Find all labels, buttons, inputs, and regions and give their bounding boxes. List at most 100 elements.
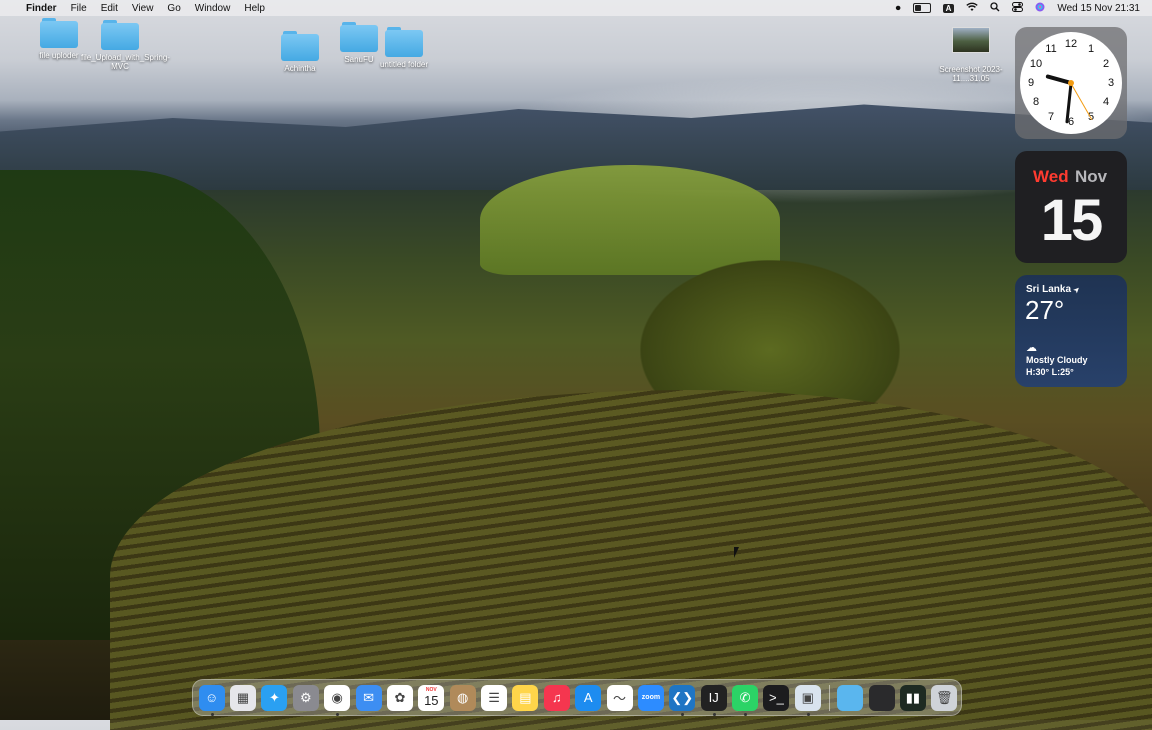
calendar-month: Nov bbox=[1075, 167, 1108, 186]
music-glyph: ♫ bbox=[551, 690, 562, 705]
trash-glyph: 🗑 bbox=[936, 689, 953, 705]
dock-google-chrome-icon[interactable]: ◉ bbox=[324, 684, 351, 716]
dock-visual-studio-code-icon[interactable]: ❮❯ bbox=[669, 684, 696, 716]
clock-number: 3 bbox=[1107, 77, 1115, 89]
running-indicator bbox=[712, 712, 716, 716]
weather-location-label: Sri Lanka bbox=[1026, 284, 1072, 295]
running-indicator bbox=[806, 712, 810, 716]
weather-condition: Mostly Cloudy bbox=[1026, 355, 1088, 365]
dock-music-icon[interactable]: ♫ bbox=[543, 684, 570, 711]
dock-contacts-icon[interactable]: ◍ bbox=[449, 684, 476, 711]
folder-icon bbox=[385, 27, 423, 57]
menu-view[interactable]: View bbox=[132, 3, 154, 14]
menu-bar-clock[interactable]: Wed 15 Nov 21:31 bbox=[1057, 3, 1140, 14]
input-source-icon[interactable]: A bbox=[942, 3, 955, 13]
clock-number: 1 bbox=[1087, 43, 1095, 55]
clock-face: 12 1 2 3 4 5 6 7 8 9 10 11 bbox=[1020, 32, 1122, 134]
control-center-icon[interactable] bbox=[1012, 1, 1024, 15]
dock-separator bbox=[828, 684, 830, 711]
battery-icon[interactable] bbox=[912, 3, 931, 13]
dock-photos-icon[interactable]: ✿ bbox=[386, 684, 413, 711]
folder-icon bbox=[101, 20, 139, 50]
dock-trash-icon[interactable]: 🗑 bbox=[931, 684, 958, 711]
clock-number: 12 bbox=[1064, 38, 1078, 50]
desktop-folder-file-upload-spring[interactable]: file_Upload_with_Spring-MVC bbox=[75, 20, 170, 71]
dock-minimized-window-icon[interactable] bbox=[868, 684, 895, 711]
desktop-folder-untitled[interactable]: untitled folder bbox=[359, 27, 449, 69]
wifi-icon[interactable] bbox=[966, 2, 979, 15]
dock-preview-icon[interactable]: ▣ bbox=[794, 684, 821, 716]
menu-window[interactable]: Window bbox=[195, 3, 231, 14]
dock-launchpad-icon[interactable]: ▦ bbox=[230, 684, 257, 711]
clock-number: 8 bbox=[1032, 96, 1040, 108]
dock-downloads-folder-icon[interactable] bbox=[837, 684, 864, 711]
running-indicator bbox=[744, 712, 748, 716]
clock-number: 4 bbox=[1102, 96, 1110, 108]
reminders-glyph: ☰ bbox=[488, 689, 500, 705]
menu-help[interactable]: Help bbox=[244, 3, 265, 14]
dock-finder-icon[interactable]: ☺ bbox=[198, 684, 225, 716]
dock-mail-icon[interactable]: ✉ bbox=[355, 684, 382, 711]
running-indicator bbox=[681, 712, 685, 716]
location-arrow-icon: ➤ bbox=[1072, 285, 1082, 295]
launchpad-glyph: ▦ bbox=[236, 689, 250, 705]
app-store-glyph: A bbox=[583, 690, 593, 705]
clock-number: 7 bbox=[1047, 111, 1055, 123]
clock-second-hand bbox=[1070, 82, 1093, 120]
screenshot-thumbnail bbox=[952, 27, 990, 53]
system-settings-glyph: ⚙ bbox=[299, 689, 312, 705]
dock-system-settings-icon[interactable]: ⚙ bbox=[292, 684, 319, 711]
finder-glyph: ☺ bbox=[205, 690, 219, 705]
calendar-day: 15 bbox=[1040, 188, 1104, 253]
cloud-icon: ☁ bbox=[1026, 342, 1037, 354]
dock-activity-monitor-icon[interactable]: ▮▮ bbox=[899, 684, 926, 711]
dock-zoom-icon[interactable]: zoom bbox=[637, 684, 664, 711]
clock-widget[interactable]: 12 1 2 3 4 5 6 7 8 9 10 11 bbox=[1015, 27, 1127, 139]
safari-glyph: ✦ bbox=[268, 689, 280, 705]
weather-temperature: 27° bbox=[1025, 295, 1065, 325]
activity-monitor-glyph: ▮▮ bbox=[905, 689, 921, 705]
desktop-icon-label: untitled folder bbox=[379, 60, 429, 69]
clock-center-pin bbox=[1068, 80, 1074, 86]
menu-edit[interactable]: Edit bbox=[101, 3, 118, 14]
desktop-icon-label: Achintha bbox=[284, 64, 316, 73]
dock-terminal-icon[interactable]: >_ bbox=[763, 684, 790, 711]
clock-number: 9 bbox=[1027, 77, 1035, 89]
google-chrome-glyph: ◉ bbox=[331, 689, 343, 705]
contacts-glyph: ◍ bbox=[457, 689, 469, 705]
desktop-icon-label: Screenshot 2023-11....31.05 bbox=[939, 65, 1003, 83]
calendar-weekday: Wed bbox=[1033, 167, 1069, 186]
weather-high-low: H:30° L:25° bbox=[1026, 367, 1074, 377]
dock-freeform-icon[interactable]: 〜 bbox=[606, 684, 633, 711]
menu-file[interactable]: File bbox=[71, 3, 87, 14]
calendar-widget[interactable]: Wed Nov 15 bbox=[1015, 151, 1127, 263]
menu-go[interactable]: Go bbox=[167, 3, 180, 14]
dock-intellij-idea-icon[interactable]: IJ bbox=[700, 684, 727, 716]
desktop-file-screenshot[interactable]: Screenshot 2023-11....31.05 bbox=[926, 27, 1016, 83]
spotlight-search-icon[interactable] bbox=[990, 1, 1000, 15]
siri-icon[interactable] bbox=[1035, 2, 1045, 15]
dock-whatsapp-icon[interactable]: ✆ bbox=[732, 684, 759, 716]
weather-widget[interactable]: Sri Lanka ➤ 27° ☁ Mostly Cloudy H:30° L:… bbox=[1015, 275, 1127, 387]
clock-number: 11 bbox=[1045, 43, 1057, 55]
terminal-glyph: >_ bbox=[769, 690, 784, 705]
screen-record-icon[interactable]: ⏺ bbox=[896, 3, 901, 14]
weather-location: Sri Lanka ➤ bbox=[1026, 284, 1082, 295]
folder-icon bbox=[40, 18, 78, 48]
dock-app-store-icon[interactable]: A bbox=[575, 684, 602, 711]
clock-number: 2 bbox=[1102, 58, 1110, 70]
dock-notes-icon[interactable]: ▤ bbox=[512, 684, 539, 711]
menu-bar: Finder File Edit View Go Window Help ⏺ A… bbox=[0, 0, 1152, 16]
dock-reminders-icon[interactable]: ☰ bbox=[481, 684, 508, 711]
app-menu-finder[interactable]: Finder bbox=[26, 3, 57, 14]
freeform-glyph: 〜 bbox=[613, 691, 627, 706]
desktop-icon-label: file_Upload_with_Spring-MVC bbox=[81, 53, 170, 71]
whatsapp-glyph: ✆ bbox=[739, 689, 751, 705]
dock-calendar-icon[interactable]: NOV 15 bbox=[418, 684, 445, 711]
photos-glyph: ✿ bbox=[394, 689, 406, 705]
zoom-glyph: zoom bbox=[641, 694, 661, 701]
notes-glyph: ▤ bbox=[519, 689, 532, 705]
calendar-day-label: 15 bbox=[424, 692, 439, 708]
dock-safari-icon[interactable]: ✦ bbox=[261, 684, 288, 711]
running-indicator bbox=[210, 712, 214, 716]
